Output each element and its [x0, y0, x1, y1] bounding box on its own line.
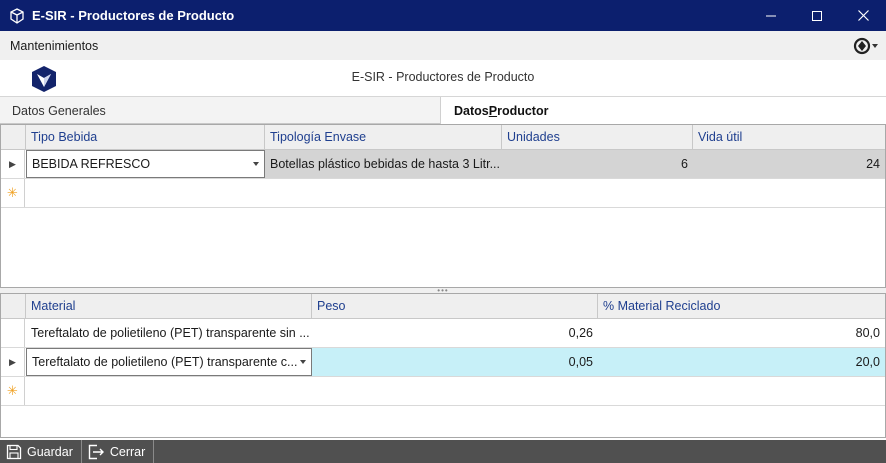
navigation-button[interactable]	[846, 31, 886, 60]
tab-datos-generales[interactable]: Datos Generales	[0, 97, 441, 124]
floppy-disk-icon	[6, 444, 22, 459]
unidades-cell[interactable]: 6	[502, 150, 693, 178]
row-header-corner	[1, 294, 26, 318]
column-header-tipologia-envase[interactable]: Tipología Envase	[265, 125, 502, 149]
column-header-vida-util[interactable]: Vida útil	[693, 125, 885, 149]
current-row-arrow-icon: ▶	[1, 150, 25, 178]
grid-header: Tipo Bebida Tipología Envase Unidades Vi…	[1, 125, 885, 150]
maximize-button[interactable]	[794, 0, 840, 31]
vida-util-cell[interactable]: 24	[693, 150, 885, 178]
tipo-bebida-dropdown[interactable]: BEBIDA REFRESCO	[26, 150, 265, 178]
tab-strip: Datos Generales Datos Productor	[0, 96, 886, 125]
reciclado-cell[interactable]: 20,0	[598, 348, 885, 376]
peso-cell[interactable]: 0,05	[312, 348, 598, 376]
table-row[interactable]: Tereftalato de polietileno (PET) transpa…	[1, 319, 885, 348]
action-bar: Guardar Cerrar	[0, 440, 886, 463]
column-header-material-reciclado[interactable]: % Material Reciclado	[598, 294, 885, 318]
new-row[interactable]: ✳	[1, 377, 885, 406]
header-title: E-SIR - Productores de Producto	[351, 70, 535, 84]
maximize-icon	[812, 10, 822, 21]
grid-bebidas: Tipo Bebida Tipología Envase Unidades Vi…	[0, 124, 886, 288]
window-title: E-SIR - Productores de Producto	[32, 8, 235, 23]
row-header-corner	[1, 125, 26, 149]
save-label: Guardar	[27, 444, 73, 459]
title-bar: E-SIR - Productores de Producto	[0, 0, 886, 31]
save-button[interactable]: Guardar	[0, 440, 82, 463]
navigation-compass-icon	[853, 37, 878, 54]
close-form-button[interactable]: Cerrar	[82, 440, 155, 463]
tab-datos-productor[interactable]: Datos Productor	[441, 97, 886, 125]
material-cell[interactable]: Tereftalato de polietileno (PET) transpa…	[26, 319, 312, 347]
minimize-button[interactable]	[748, 0, 794, 31]
peso-cell[interactable]: 0,26	[312, 319, 598, 347]
grid-materiales: Material Peso % Material Reciclado Teref…	[0, 293, 886, 438]
current-row-arrow-icon: ▶	[1, 348, 25, 376]
grid-header: Material Peso % Material Reciclado	[1, 294, 885, 319]
column-header-peso[interactable]: Peso	[312, 294, 598, 318]
material-dropdown[interactable]: Tereftalato de polietileno (PET) transpa…	[26, 348, 312, 376]
dropdown-arrow-icon[interactable]	[300, 360, 306, 364]
column-header-material[interactable]: Material	[26, 294, 312, 318]
exit-door-icon	[88, 444, 104, 459]
tipo-bebida-value: BEBIDA REFRESCO	[32, 157, 151, 171]
minimize-icon	[766, 15, 776, 16]
close-label: Cerrar	[109, 444, 146, 459]
new-row-star-icon: ✳	[1, 179, 25, 207]
menu-bar: Mantenimientos	[0, 31, 886, 60]
material-value: Tereftalato de polietileno (PET) transpa…	[32, 355, 298, 369]
app-cube-icon	[7, 6, 27, 26]
new-row[interactable]: ✳	[1, 179, 885, 208]
reciclado-cell[interactable]: 80,0	[598, 319, 885, 347]
column-header-tipo-bebida[interactable]: Tipo Bebida	[26, 125, 265, 149]
row-header	[1, 319, 25, 347]
new-row-star-icon: ✳	[1, 377, 25, 405]
close-icon	[857, 10, 869, 21]
dropdown-arrow-icon[interactable]	[253, 162, 259, 166]
table-row[interactable]: ▶ BEBIDA REFRESCO Botellas plástico bebi…	[1, 150, 885, 179]
table-row-selected[interactable]: ▶ Tereftalato de polietileno (PET) trans…	[1, 348, 885, 377]
menu-mantenimientos[interactable]: Mantenimientos	[10, 39, 846, 53]
header-band: E-SIR - Productores de Producto	[0, 60, 886, 96]
close-button[interactable]	[840, 0, 886, 31]
tipologia-cell[interactable]: Botellas plástico bebidas de hasta 3 Lit…	[265, 150, 502, 178]
column-header-unidades[interactable]: Unidades	[502, 125, 693, 149]
